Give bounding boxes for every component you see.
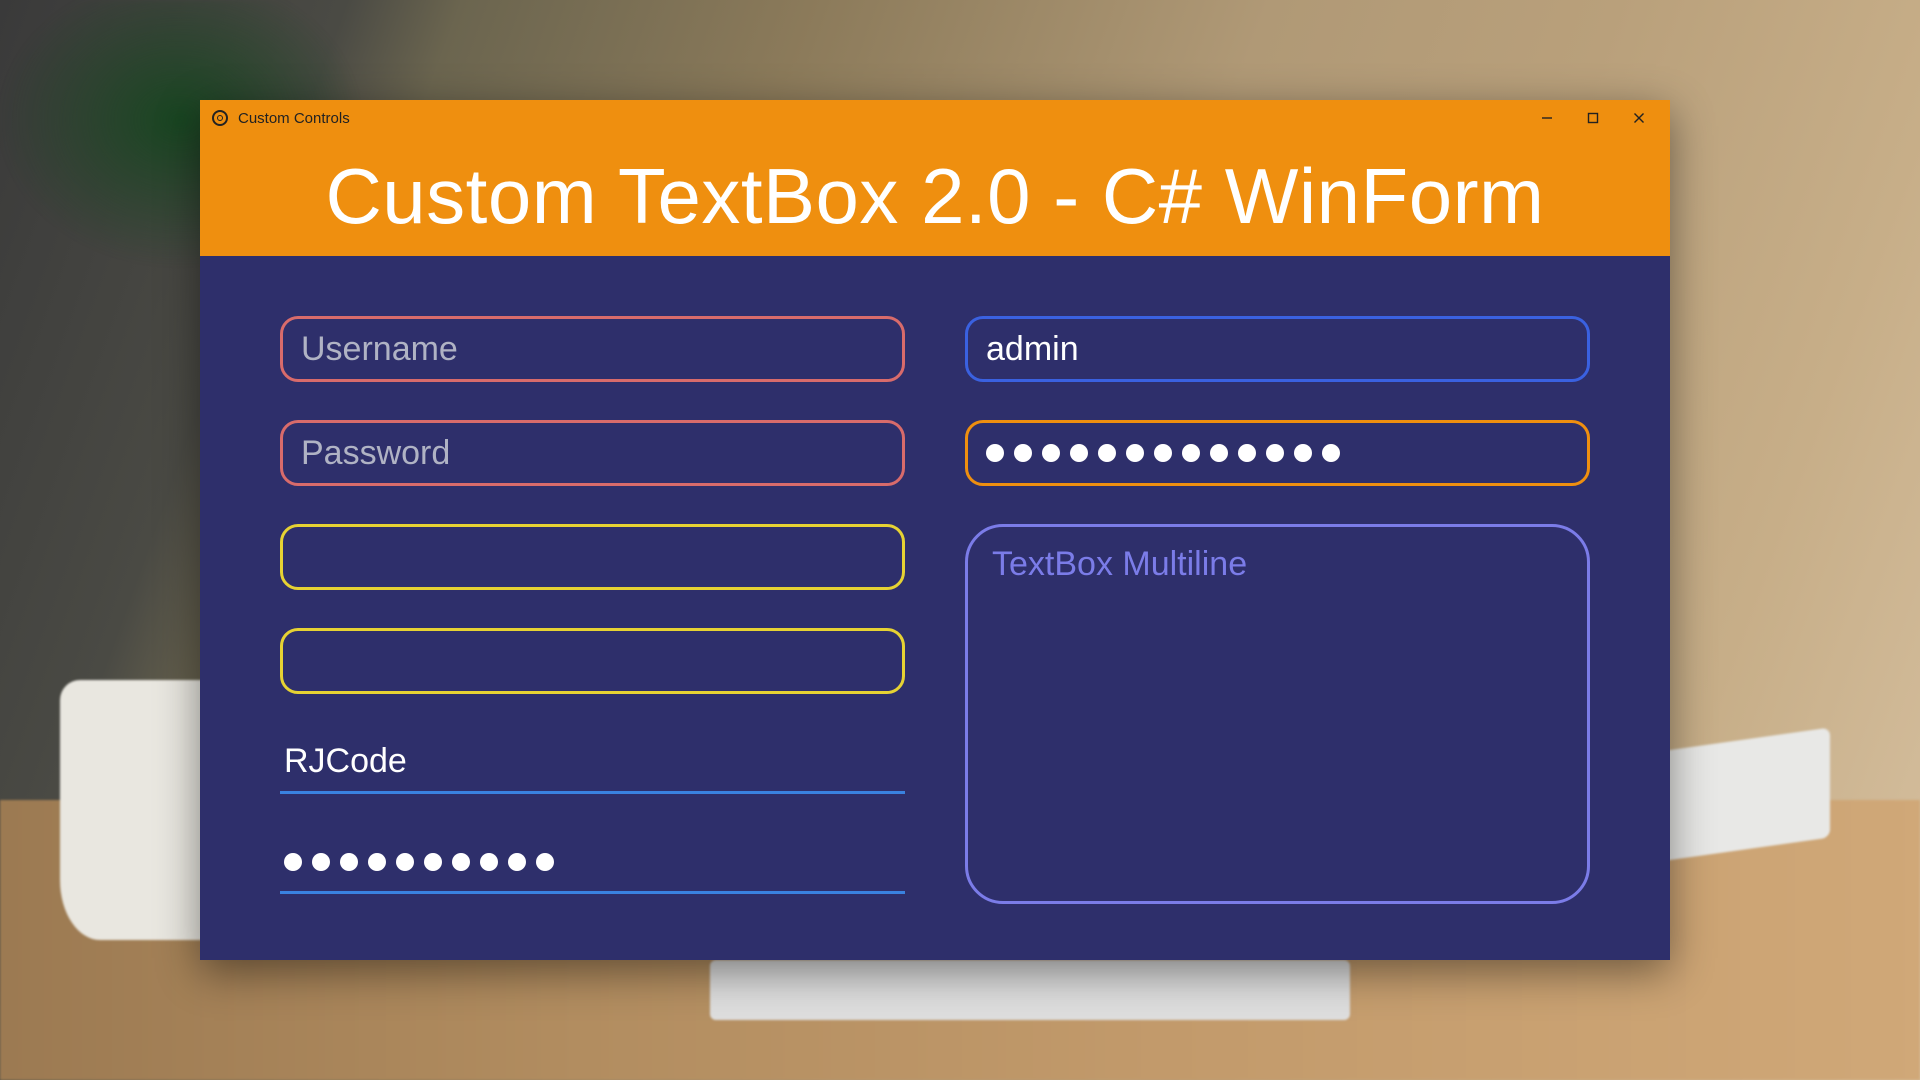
minimize-icon (1541, 112, 1553, 124)
underline-password-input[interactable] (280, 832, 905, 894)
header-band: Custom TextBox 2.0 - C# WinForm (200, 136, 1670, 256)
blank-input-1[interactable] (280, 524, 905, 590)
rjcode-value: RJCode (284, 742, 407, 781)
client-area: Username Password RJCode (200, 256, 1670, 964)
username-input[interactable]: Username (280, 316, 905, 382)
header-title: Custom TextBox 2.0 - C# WinForm (325, 151, 1544, 242)
right-password-dots (986, 444, 1340, 462)
app-window: Custom Controls Custom TextBox 2.0 - C# … (200, 100, 1670, 960)
maximize-button[interactable] (1570, 100, 1616, 136)
desktop-background: Custom Controls Custom TextBox 2.0 - C# … (0, 0, 1920, 1080)
username-placeholder: Username (301, 330, 458, 369)
admin-input[interactable]: admin (965, 316, 1590, 382)
right-column: admin TextBox Multiline (965, 316, 1590, 904)
password-input[interactable]: Password (280, 420, 905, 486)
close-icon (1633, 112, 1645, 124)
left-column: Username Password RJCode (280, 316, 905, 904)
close-button[interactable] (1616, 100, 1662, 136)
titlebar[interactable]: Custom Controls (200, 100, 1670, 136)
multiline-textbox[interactable]: TextBox Multiline (965, 524, 1590, 904)
blank-input-2[interactable] (280, 628, 905, 694)
window-title: Custom Controls (238, 110, 350, 127)
maximize-icon (1587, 112, 1599, 124)
minimize-button[interactable] (1524, 100, 1570, 136)
admin-value: admin (986, 330, 1079, 369)
multiline-placeholder: TextBox Multiline (992, 545, 1247, 583)
rjcode-input[interactable]: RJCode (280, 732, 905, 794)
underline-password-dots (284, 853, 554, 871)
app-icon (212, 110, 228, 126)
password-placeholder: Password (301, 434, 450, 473)
right-password-input[interactable] (965, 420, 1590, 486)
laptop-prop (710, 960, 1350, 1020)
